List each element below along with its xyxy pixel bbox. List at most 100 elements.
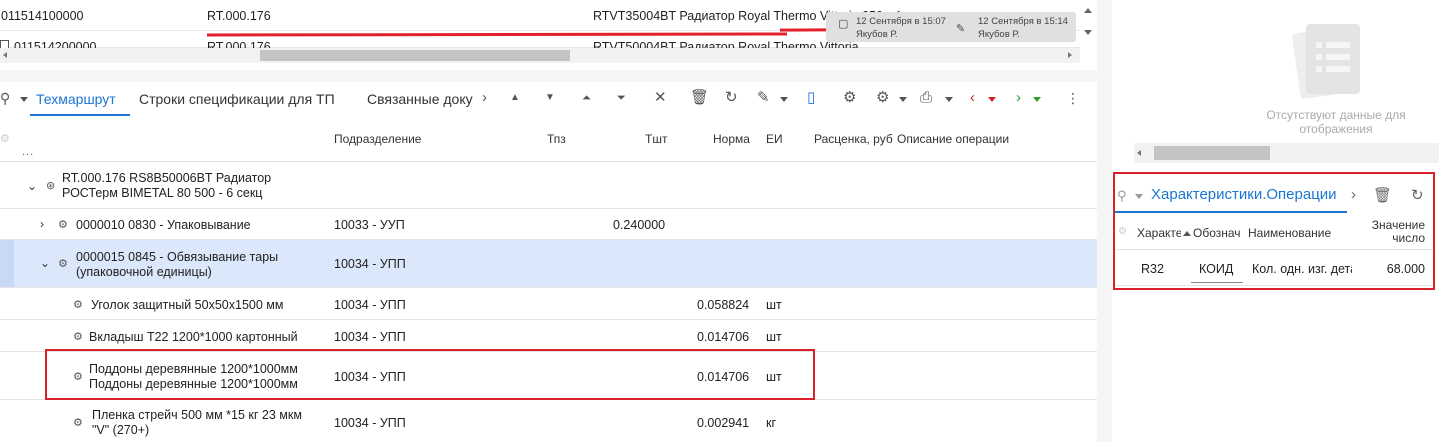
table-row[interactable]: ⚙ Вкладыш Т22 1200*1000 картонный 10034 …	[0, 320, 1097, 352]
operation-icon[interactable]: ⚙	[843, 90, 856, 106]
header-norm[interactable]: Норма	[713, 132, 750, 146]
empty-panel	[1112, 0, 1439, 165]
header-division[interactable]: Подразделение	[334, 132, 421, 146]
empty-message: Отсутствуют данные для отображения	[1236, 108, 1436, 136]
top-table: 011514100000 RT.000.176 RTVT35004BT Ради…	[0, 0, 1097, 70]
header-description[interactable]: Описание операции	[897, 132, 1009, 146]
cell-name: Уголок защитный 50х50х1500 мм	[91, 298, 284, 312]
panel-menu-dropdown[interactable]	[1135, 194, 1143, 199]
next-dropdown[interactable]	[1033, 97, 1041, 102]
edit-icon[interactable]: ✎	[757, 90, 770, 106]
cell-designation: КОИД	[1199, 262, 1234, 276]
tab-spec-lines[interactable]: Строки спецификации для ТП	[139, 91, 335, 107]
header-tsht[interactable]: Тшт	[645, 132, 667, 146]
header-value-line1[interactable]: Значение	[1369, 218, 1425, 232]
horizontal-scrollbar[interactable]	[1134, 143, 1439, 163]
horizontal-scrollbar[interactable]	[0, 48, 1080, 63]
chevron-down-icon[interactable]: ⌄	[27, 179, 37, 193]
header-rate[interactable]: Расценка, руб	[814, 132, 893, 146]
next-green-icon[interactable]: ›	[1016, 90, 1021, 106]
sort-asc-icon[interactable]	[1181, 226, 1191, 240]
characteristics-header: ⚙ Характе Обознач Наименование Значение …	[1115, 214, 1433, 250]
cell-division: 10034 - УПП	[334, 257, 406, 271]
chevron-right-icon[interactable]: ›	[40, 217, 44, 231]
header-value-line2[interactable]: число	[1369, 231, 1425, 245]
operation-dropdown[interactable]	[899, 97, 907, 102]
cell-unit: шт	[766, 298, 782, 312]
active-tab-indicator	[1115, 211, 1347, 213]
tab-route[interactable]: Техмаршрут	[36, 91, 116, 107]
refresh-icon[interactable]: ↻	[1411, 186, 1424, 204]
cell-name: Кол. одн. изг. детал	[1252, 262, 1352, 276]
more-icon[interactable]: ⋮	[1066, 90, 1080, 106]
scroll-down-icon[interactable]	[1084, 30, 1092, 35]
move-bottom-icon[interactable]: ⏷	[617, 90, 626, 106]
scroll-left-icon[interactable]	[3, 52, 7, 58]
operation-icon: ⚙	[58, 219, 68, 231]
panel-title[interactable]: Характеристики.Операции	[1151, 186, 1337, 203]
table-row[interactable]: R32 КОИД Кол. одн. изг. детал 68.000	[1115, 250, 1433, 286]
scroll-left-icon[interactable]	[1137, 150, 1141, 156]
header-char[interactable]: Характе	[1137, 226, 1181, 240]
gear-icon[interactable]: ⚙	[1118, 226, 1127, 237]
arrow-down-icon[interactable]: ▼	[545, 90, 555, 106]
document-icon[interactable]: ▯	[807, 90, 815, 106]
table-row[interactable]: ⌄ ⊛ RT.000.176 RS8B50006BT Радиатор РОСТ…	[0, 162, 1097, 209]
header-name[interactable]: Наименование	[1248, 226, 1358, 240]
edit-dropdown[interactable]	[780, 97, 788, 102]
created-date: 12 Сентября в 15:07	[856, 16, 946, 27]
cell-name-line2: "V" (270+)	[92, 423, 150, 437]
delete-icon[interactable]: 🗑	[1373, 186, 1392, 204]
close-icon[interactable]: ✕	[654, 90, 667, 106]
chevron-right-icon[interactable]: ›	[1351, 186, 1356, 203]
vertical-scrollbar[interactable]	[1080, 0, 1097, 44]
scroll-right-icon[interactable]	[1068, 52, 1072, 58]
operation-icon: ⚙	[58, 258, 68, 270]
scrollbar-thumb[interactable]	[260, 50, 570, 61]
search-icon[interactable]: ⚲	[1117, 188, 1127, 204]
move-top-icon[interactable]: ⏶	[582, 90, 591, 106]
header-tpz[interactable]: Тпз	[547, 132, 566, 146]
edited-by: Якубов Р.	[978, 29, 1020, 40]
header-unit[interactable]: ЕИ	[766, 132, 783, 146]
pencil-icon: ✎	[956, 23, 966, 35]
header-designation[interactable]: Обознач	[1193, 226, 1243, 240]
material-icon: ⚙	[73, 299, 83, 311]
characteristics-panel: ⚲ Характеристики.Операции › 🗑 ↻ ⚙ Характ…	[1113, 172, 1435, 290]
empty-message-line1: Отсутствуют данные для	[1266, 108, 1406, 122]
table-row[interactable]: › ⚙ 0000010 0830 - Упаковывание 10033 - …	[0, 209, 1097, 240]
table-row[interactable]: ⚙ Пленка стрейч 500 мм *15 кг 23 мкм "V"…	[0, 400, 1097, 442]
table-row-selected[interactable]: ⌄ ⚙ 0000015 0845 - Обвязывание тары (упа…	[0, 240, 1097, 288]
scrollbar-thumb[interactable]	[1154, 146, 1270, 160]
material-icon: ⚙	[73, 417, 83, 429]
cell-name: Вкладыш Т22 1200*1000 картонный	[89, 330, 298, 344]
header-dots: ...	[22, 146, 35, 158]
delete-icon[interactable]: 🗑	[690, 90, 709, 106]
refresh-icon[interactable]: ↻	[725, 90, 738, 106]
cell-norm: 0.002941	[697, 416, 750, 430]
main-toolbar: ⚲ Техмаршрут Строки спецификации для ТП …	[0, 82, 1097, 116]
tab-menu-dropdown[interactable]	[20, 97, 28, 102]
tab-related-docs[interactable]: Связанные доку	[367, 91, 479, 107]
gear-icon[interactable]: ⚙	[0, 132, 10, 145]
panel-splitter[interactable]	[1097, 0, 1112, 442]
chevron-down-icon[interactable]: ⌄	[40, 256, 50, 270]
table-row[interactable]: ⚙ Уголок защитный 50х50х1500 мм 10034 - …	[0, 288, 1097, 320]
arrow-up-icon[interactable]: ▲	[510, 90, 520, 106]
cell-name-line1: 0000015 0845 - Обвязывание тары	[76, 250, 279, 264]
print-icon[interactable]: ⎙	[920, 90, 932, 106]
print-dropdown[interactable]	[945, 97, 953, 102]
cell-norm: 0.058824	[697, 298, 750, 312]
prev-dropdown[interactable]	[988, 97, 996, 102]
panel-divider[interactable]	[0, 70, 1097, 82]
search-icon[interactable]: ⚲	[0, 90, 10, 107]
change-info-tooltip: ▢ 12 Сентября в 15:07 Якубов Р. ✎ 12 Сен…	[826, 12, 1076, 42]
cell-division: 10033 - УУП	[334, 218, 405, 232]
operation-menu-icon[interactable]: ⚙	[876, 90, 889, 106]
material-icon: ⚙	[73, 331, 83, 343]
prev-red-icon[interactable]: ‹	[970, 90, 975, 106]
scroll-up-icon[interactable]	[1084, 8, 1092, 13]
chevron-right-icon[interactable]: ›	[482, 90, 487, 106]
edited-date: 12 Сентября в 15:14	[978, 16, 1068, 27]
cell-norm: 0.014706	[697, 330, 750, 344]
